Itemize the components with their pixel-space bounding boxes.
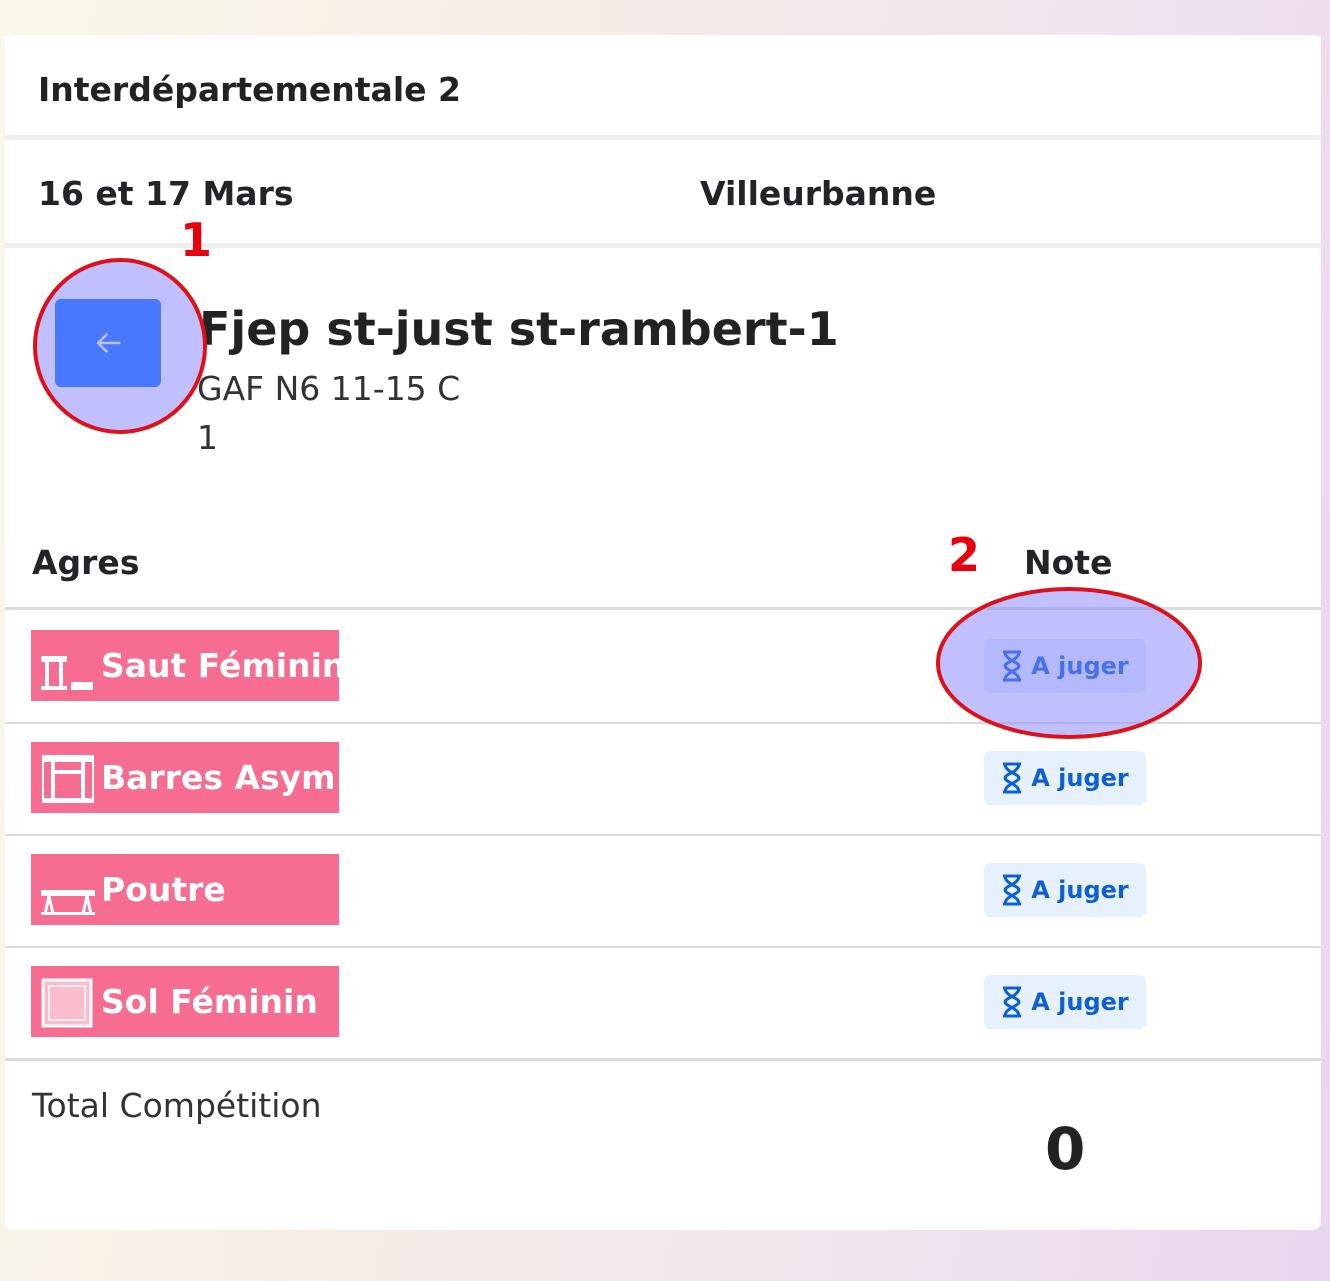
apparatus-badge-saut[interactable]: Saut Féminin (31, 630, 345, 701)
column-header-note: Note (1024, 543, 1113, 582)
hourglass-icon (1003, 762, 1022, 794)
apparatus-badge-poutre[interactable]: Poutre (31, 854, 339, 925)
team-number: 1 (197, 418, 218, 457)
hourglass-icon (1003, 874, 1022, 906)
annotation-circle-2 (936, 587, 1202, 739)
total-label: Total Compétition (32, 1086, 322, 1125)
vault-icon (37, 636, 97, 696)
hourglass-icon (1003, 986, 1022, 1018)
apparatus-label: Barres Asym. (101, 758, 349, 797)
team-category: GAF N6 11-15 C (197, 369, 461, 408)
apparatus-label: Poutre (101, 870, 226, 909)
status-label: A juger (1031, 988, 1129, 1016)
status-label: A juger (1031, 764, 1129, 792)
status-badge[interactable]: A juger (984, 863, 1146, 917)
beam-icon (37, 860, 97, 920)
status-badge[interactable]: A juger (984, 751, 1146, 805)
divider (5, 834, 1321, 836)
apparatus-badge-barres[interactable]: Barres Asym. (31, 742, 348, 813)
competition-date: 16 et 17 Mars (38, 174, 294, 213)
team-name: Fjep st-just st-rambert-1 (199, 302, 839, 356)
divider (5, 946, 1321, 948)
floor-icon (37, 972, 97, 1032)
status-label: A juger (1031, 876, 1129, 904)
apparatus-label: Saut Féminin (101, 646, 346, 685)
apparatus-badge-sol[interactable]: Sol Féminin (31, 966, 339, 1037)
column-header-agres: Agres (32, 543, 140, 582)
status-badge[interactable]: A juger (984, 975, 1146, 1029)
competition-location: Villeurbanne (700, 174, 937, 213)
annotation-number-2: 2 (948, 528, 981, 582)
apparatus-label: Sol Féminin (101, 982, 318, 1021)
divider (5, 1058, 1321, 1061)
annotation-circle-1 (33, 258, 207, 434)
annotation-number-1: 1 (180, 213, 213, 267)
competition-name: Interdépartementale 2 (38, 70, 461, 109)
uneven-bars-icon (37, 748, 97, 808)
total-value: 0 (1045, 1115, 1086, 1183)
